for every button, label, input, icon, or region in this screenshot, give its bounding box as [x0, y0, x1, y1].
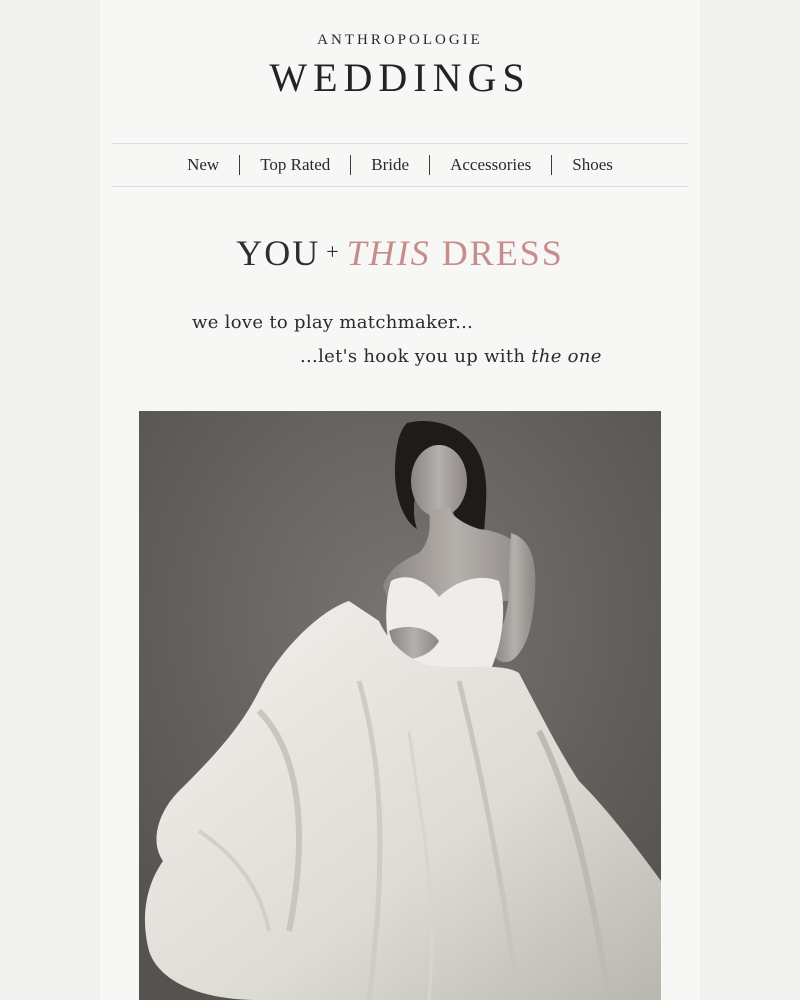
headline-this: THIS: [346, 233, 431, 273]
brand-name[interactable]: ANTHROPOLOGIE: [100, 32, 700, 49]
tagline-line-2-italic: the one: [531, 346, 602, 367]
headline: YOU + THIS DRESS: [100, 232, 700, 274]
hero-image[interactable]: [139, 411, 661, 1000]
email-container: ANTHROPOLOGIE WEDDINGS New Top Rated Bri…: [100, 0, 700, 1000]
nav-item-shoes[interactable]: Shoes: [552, 155, 633, 175]
brand-line[interactable]: WEDDINGS: [100, 54, 700, 101]
headline-dress: DRESS: [441, 233, 564, 273]
headline-plus: +: [326, 239, 341, 264]
headline-you: YOU: [236, 233, 321, 273]
nav-item-new[interactable]: New: [167, 155, 239, 175]
nav-item-accessories[interactable]: Accessories: [430, 155, 551, 175]
tagline-line-2: ...let's hook you up with the one: [300, 346, 602, 367]
main-nav: New Top Rated Bride Accessories Shoes: [112, 143, 688, 187]
tagline-line-2-text: ...let's hook you up with: [300, 346, 532, 367]
bride-photo-icon: [139, 411, 661, 1000]
tagline-line-1: we love to play matchmaker...: [192, 312, 474, 333]
nav-item-bride[interactable]: Bride: [351, 155, 429, 175]
nav-item-top-rated[interactable]: Top Rated: [240, 155, 350, 175]
